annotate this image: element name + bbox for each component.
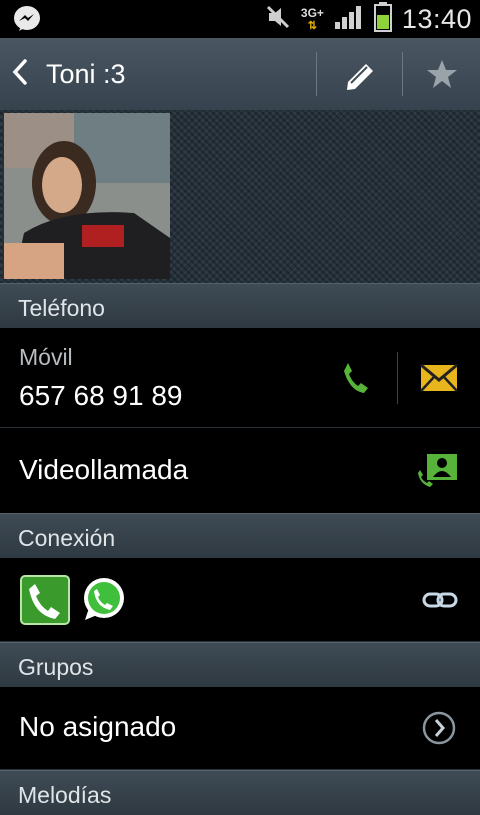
network-3g-icon: 3G+ ⇅ (300, 5, 324, 32)
mute-icon (265, 4, 291, 35)
call-button[interactable] (330, 358, 380, 398)
phone-row[interactable]: Móvil 657 68 91 89 (0, 328, 480, 428)
contact-name-title: Toni :3 (46, 59, 126, 89)
phone-number: 657 68 91 89 (19, 380, 183, 411)
groups-value: No asignado (19, 711, 177, 742)
favorite-button[interactable] (403, 38, 480, 110)
section-title: Melodías (18, 782, 112, 808)
contact-photo-area (0, 110, 480, 283)
groups-row[interactable]: No asignado (0, 687, 480, 770)
action-bar: Toni :3 (0, 38, 480, 111)
battery-icon (373, 1, 392, 37)
phone-type-label: Móvil (19, 344, 73, 370)
phone-app-icon[interactable] (19, 575, 71, 625)
link-icon (422, 592, 458, 608)
status-bar: 3G+ ⇅ 13:40 (0, 0, 480, 38)
video-call-icon (418, 454, 457, 487)
back-button[interactable] (12, 58, 28, 94)
divider (397, 352, 398, 404)
favorite-star-icon (426, 60, 457, 88)
signal-icon (334, 4, 364, 35)
connection-row (0, 558, 480, 642)
edit-icon (347, 64, 373, 90)
clock: 13:40 (401, 3, 472, 34)
chevron-right-icon (422, 711, 456, 745)
link-button[interactable] (418, 583, 462, 617)
contact-photo[interactable] (4, 113, 170, 279)
video-call-label: Videollamada (19, 454, 189, 485)
chevron-left-icon (12, 59, 27, 85)
video-call-row[interactable]: Videollamada (0, 428, 480, 514)
messenger-icon (12, 5, 42, 38)
section-header-groups: Grupos (0, 642, 480, 687)
video-call-button[interactable] (410, 448, 466, 492)
section-title: Conexión (18, 525, 116, 551)
section-header-phone: Teléfono (0, 283, 480, 328)
section-header-connection: Conexión (0, 513, 480, 558)
phone-call-icon (344, 363, 368, 393)
message-envelope-icon (420, 364, 458, 392)
message-button[interactable] (415, 361, 463, 395)
edit-button[interactable] (320, 38, 400, 110)
section-title: Grupos (18, 654, 94, 680)
groups-chevron-button[interactable] (420, 709, 458, 747)
divider (316, 52, 317, 96)
whatsapp-icon[interactable] (80, 575, 128, 623)
section-header-ringtones: Melodías (0, 770, 480, 815)
section-title: Teléfono (18, 295, 105, 321)
